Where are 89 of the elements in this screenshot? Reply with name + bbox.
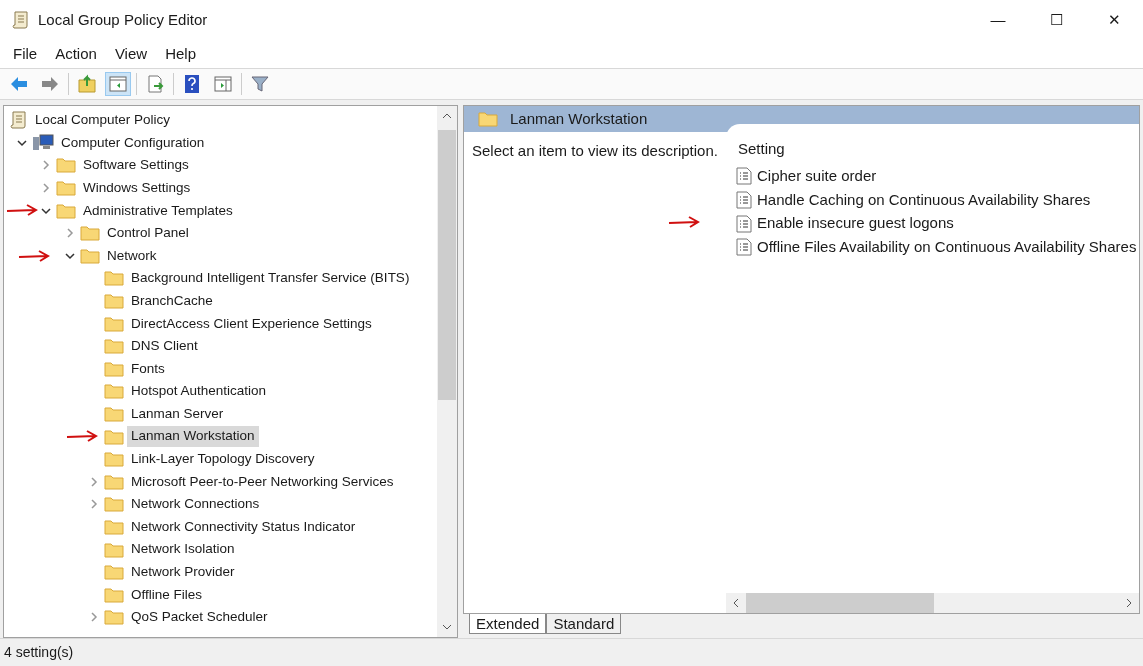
folder-up-icon xyxy=(77,74,97,94)
tree-item[interactable]: Software Settings xyxy=(79,155,193,176)
setting-item[interactable]: Cipher suite order xyxy=(757,165,877,188)
menu-item[interactable]: Action xyxy=(46,42,106,66)
setting-item[interactable]: Offline Files Availability on Continuous Availability Shares xyxy=(757,236,1137,259)
filter-icon xyxy=(250,74,270,94)
tree-item[interactable]: Control Panel xyxy=(103,223,193,244)
folder-icon xyxy=(104,338,124,355)
tree-item[interactable]: Fonts xyxy=(127,358,169,379)
chevron-right-icon[interactable] xyxy=(88,611,100,624)
window-title: Local Group Policy Editor xyxy=(38,9,208,30)
folder-icon xyxy=(104,496,124,513)
tree-item[interactable]: Background Intelligent Transfer Service (BITS) xyxy=(127,268,414,289)
status-text: 4 setting(s) xyxy=(4,643,74,662)
setting-item[interactable]: Handle Caching on Continuous Availability Shares xyxy=(757,188,1091,212)
setting-item[interactable]: Enable insecure guest logons xyxy=(757,212,954,235)
scrollbar[interactable] xyxy=(437,106,457,637)
folder-icon xyxy=(80,225,100,242)
window-pane-icon xyxy=(108,74,128,94)
scroll-icon xyxy=(12,10,30,30)
document-arrow-icon xyxy=(145,74,165,94)
chevron-right-icon[interactable] xyxy=(40,159,52,172)
folder-icon xyxy=(104,451,124,468)
folder-icon xyxy=(80,247,100,264)
menu-item[interactable]: View xyxy=(105,42,157,66)
setting-icon xyxy=(736,191,752,210)
tree-item[interactable]: Network xyxy=(103,245,161,266)
tree-item[interactable]: Offline Files xyxy=(127,584,207,605)
tree-item[interactable]: DirectAccess Client Experience Settings xyxy=(127,313,376,334)
folder-icon xyxy=(104,406,124,422)
folder-icon xyxy=(104,586,124,603)
folder-icon xyxy=(56,202,76,219)
tree-item[interactable]: Hotspot Authentication xyxy=(127,381,271,402)
folder-icon xyxy=(104,473,124,490)
folder-icon xyxy=(56,180,76,197)
forward-arrow-icon xyxy=(40,74,60,94)
annotation-arrow-icon xyxy=(66,430,98,443)
view-tab[interactable]: Standard xyxy=(546,614,622,634)
setting-icon xyxy=(736,238,752,257)
tree-item[interactable]: Computer Configuration xyxy=(57,132,209,153)
tree-item[interactable]: BranchCache xyxy=(127,290,217,312)
tree-item[interactable]: Network Provider xyxy=(127,562,239,583)
tree-item[interactable]: Link-Layer Topology Discovery xyxy=(127,449,319,470)
window-pane-icon xyxy=(213,74,233,94)
folder-icon xyxy=(56,157,76,174)
tree-item[interactable]: DNS Client xyxy=(127,336,202,357)
setting-icon xyxy=(736,167,752,186)
tree-item[interactable]: Network Connectivity Status Indicator xyxy=(127,516,360,538)
tree-item[interactable]: Administrative Templates xyxy=(79,200,237,221)
tree-item[interactable]: Network Isolation xyxy=(127,539,239,560)
tree-item[interactable]: Windows Settings xyxy=(79,177,195,199)
chevron-right-icon[interactable] xyxy=(40,182,52,195)
scroll-icon xyxy=(10,110,28,131)
folder-icon xyxy=(104,564,124,581)
help-icon xyxy=(182,74,202,94)
folder-icon xyxy=(104,383,124,400)
folder-icon xyxy=(104,360,124,377)
horizontal-scrollbar[interactable] xyxy=(726,593,1139,613)
close-button[interactable]: ✕ xyxy=(1085,0,1143,40)
chevron-right-icon[interactable] xyxy=(64,227,76,240)
folder-icon xyxy=(104,609,124,626)
minimize-button[interactable]: — xyxy=(969,0,1027,40)
chevron-right-icon[interactable] xyxy=(88,475,100,488)
folder-icon xyxy=(104,519,124,535)
tree-item[interactable]: Lanman Server xyxy=(127,403,228,425)
tree-item[interactable]: Lanman Workstation xyxy=(127,426,259,447)
tree-item[interactable]: Microsoft Peer-to-Peer Networking Services xyxy=(127,471,398,492)
tree-item[interactable]: QoS Packet Scheduler xyxy=(127,607,272,628)
setting-icon xyxy=(736,214,752,233)
tree-item[interactable]: Network Connections xyxy=(127,494,264,515)
annotation-arrow-icon xyxy=(6,204,38,217)
menu-item[interactable]: Help xyxy=(156,42,205,66)
column-header[interactable]: Setting xyxy=(726,138,1139,161)
tree-item[interactable]: Local Computer Policy xyxy=(31,110,175,131)
folder-icon xyxy=(104,270,124,287)
folder-icon xyxy=(104,315,124,332)
folder-icon xyxy=(104,428,124,445)
annotation-arrow-icon xyxy=(668,215,700,228)
description-text: Select an item to view its description. xyxy=(472,142,718,159)
chevron-right-icon[interactable] xyxy=(88,498,100,511)
view-tab[interactable]: Extended xyxy=(469,614,547,634)
pane-title: Lanman Workstation xyxy=(510,108,648,129)
computer-icon xyxy=(32,133,54,152)
folder-icon xyxy=(104,293,124,310)
menu-item[interactable]: File xyxy=(4,42,47,66)
annotation-arrow-icon xyxy=(18,249,50,262)
maximize-button[interactable]: ☐ xyxy=(1027,0,1085,40)
folder-icon xyxy=(478,111,498,127)
folder-icon xyxy=(104,541,124,558)
